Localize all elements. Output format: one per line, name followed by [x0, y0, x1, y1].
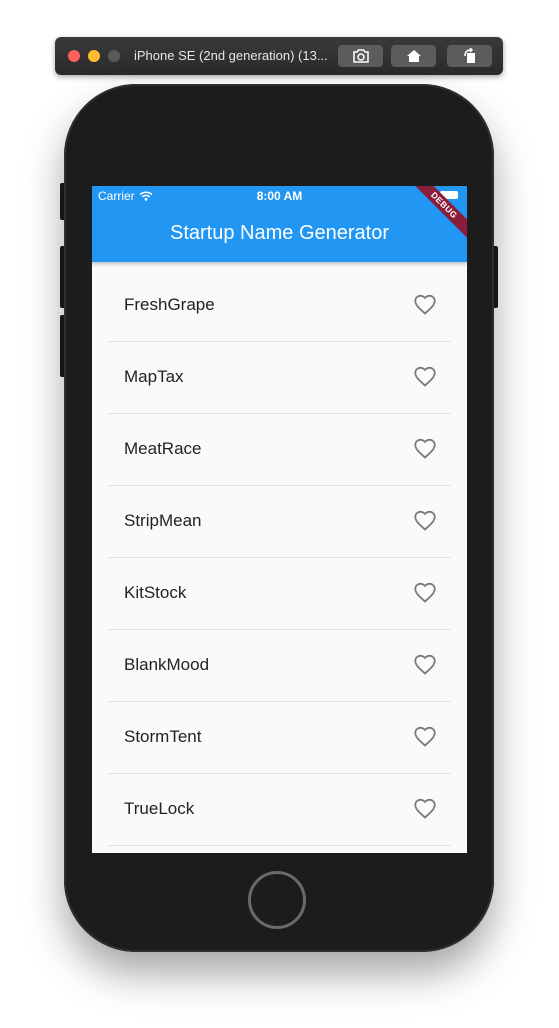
- list-item[interactable]: KitStock: [92, 558, 467, 630]
- heart-outline-icon[interactable]: [413, 653, 437, 677]
- list-item[interactable]: FreshGrape: [92, 270, 467, 342]
- list-item[interactable]: BlankMood: [92, 630, 467, 702]
- close-window-button[interactable]: [68, 50, 80, 62]
- app-bar: Carrier 8:00 AM Startup Name Generator: [92, 186, 467, 262]
- rotate-icon: [463, 48, 475, 63]
- list-item-name: StormTent: [124, 727, 202, 746]
- list-item-name: KitStock: [124, 583, 187, 602]
- list-item[interactable]: StormTent: [92, 702, 467, 774]
- app-title: Startup Name Generator: [170, 222, 389, 244]
- heart-outline-icon[interactable]: [413, 797, 437, 821]
- heart-outline-icon[interactable]: [413, 365, 437, 389]
- rotate-button[interactable]: [447, 45, 492, 67]
- list-item-name: FreshGrape: [124, 295, 215, 314]
- list-item[interactable]: TrueLock: [92, 774, 467, 846]
- heart-outline-icon[interactable]: [413, 437, 437, 461]
- device-screen: Carrier 8:00 AM Startup Name Generator D…: [92, 186, 467, 853]
- minimize-window-button[interactable]: [88, 50, 100, 62]
- simulator-title-bar: iPhone SE (2nd generation) (13...: [55, 37, 503, 75]
- heart-outline-icon[interactable]: [413, 509, 437, 533]
- list-item[interactable]: StripMean: [92, 486, 467, 558]
- list-item-name: BlankMood: [124, 655, 210, 674]
- list-divider: [108, 845, 451, 846]
- list-item[interactable]: MeatRace: [92, 414, 467, 486]
- heart-outline-icon[interactable]: [413, 293, 437, 317]
- list-item-name: TrueLock: [124, 799, 195, 818]
- camera-icon: [352, 49, 369, 63]
- status-time: 8:00 AM: [256, 189, 303, 203]
- screenshot-button[interactable]: [338, 45, 383, 67]
- list-item-name: MeatRace: [124, 439, 202, 458]
- heart-outline-icon[interactable]: [413, 581, 437, 605]
- home-button[interactable]: [391, 45, 436, 67]
- simulator-window: iPhone SE (2nd generation) (13... Carrie…: [0, 0, 559, 1028]
- zoom-window-button[interactable]: [108, 50, 120, 62]
- list-item[interactable]: MapTax: [92, 342, 467, 414]
- heart-outline-icon[interactable]: [413, 725, 437, 749]
- simulator-title: iPhone SE (2nd generation) (13...: [134, 48, 328, 63]
- home-icon: [406, 50, 421, 62]
- device-home-button[interactable]: [248, 871, 306, 929]
- list-item-name: MapTax: [124, 367, 184, 386]
- startup-name-list[interactable]: FreshGrape MapTax MeatRace StripMean KitStoc…: [92, 270, 467, 846]
- list-item-name: StripMean: [124, 511, 202, 530]
